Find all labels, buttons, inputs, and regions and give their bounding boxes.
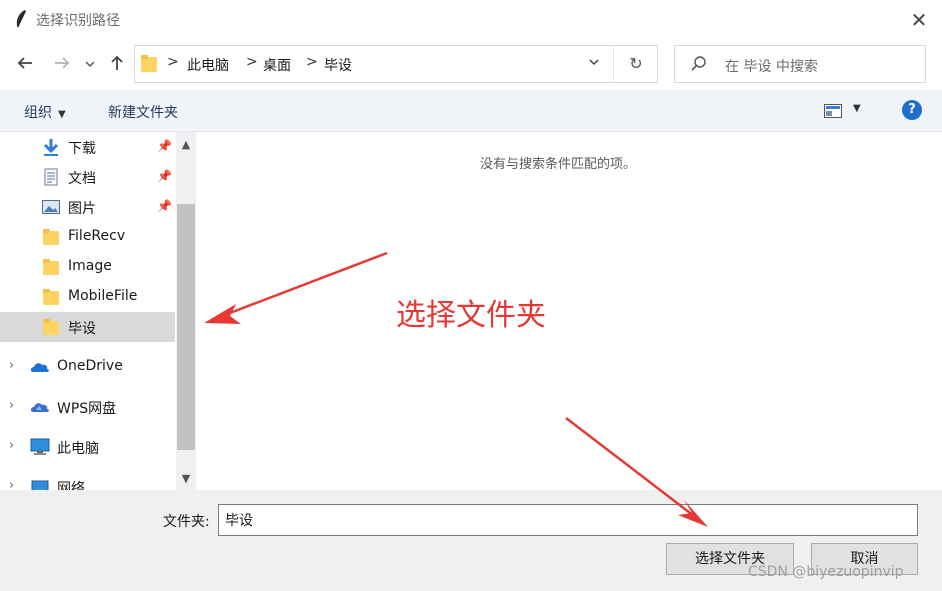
feather-icon (16, 10, 26, 28)
chevron-right-icon[interactable]: › (9, 438, 14, 453)
sidebar-item-label: 文档 (68, 171, 96, 187)
scroll-down-icon[interactable]: ▼ (176, 470, 196, 488)
sidebar-item-label: FileRecv (68, 228, 126, 244)
address-dropdown-button[interactable] (584, 53, 604, 75)
sidebar-item-label: OneDrive (57, 358, 123, 374)
up-button[interactable] (106, 54, 128, 76)
recent-locations-button[interactable] (82, 54, 98, 76)
annotation-label: 选择文件夹 (396, 298, 546, 333)
file-list-area[interactable]: 没有与搜索条件匹配的项。 (196, 132, 942, 490)
forward-button[interactable] (51, 54, 73, 76)
help-glyph: ? (908, 102, 916, 117)
search-box[interactable]: 在 毕设 中搜索 (674, 45, 926, 83)
navigation-pane: 下载 📌 文档 📌 图片 📌 FileRecv Image MobileFile… (0, 132, 196, 490)
breadcrumb-bishe[interactable]: 毕设 (324, 55, 352, 75)
sidebar-item-onedrive[interactable]: › OneDrive (0, 352, 175, 382)
breadcrumb-this-pc[interactable]: 此电脑 (187, 55, 229, 75)
sidebar-item-label: 下载 (68, 141, 96, 157)
folder-name-input[interactable] (218, 504, 918, 536)
pictures-icon (42, 200, 60, 214)
refresh-icon: ↻ (629, 54, 643, 73)
sidebar-item-filerecv[interactable]: FileRecv (0, 222, 175, 252)
sidebar-scrollbar[interactable]: ▲ ▼ (176, 132, 196, 490)
pin-icon[interactable]: 📌 (157, 199, 172, 213)
empty-message: 没有与搜索条件匹配的项。 (480, 157, 637, 172)
organize-menu[interactable]: 组织 ▼ (24, 102, 66, 122)
window-title: 选择识别路径 (36, 13, 120, 29)
sidebar-item-label: 网络 (57, 481, 85, 490)
sidebar-item-label: 毕设 (68, 321, 96, 337)
arrow-right-icon (55, 57, 70, 69)
chevron-right-icon[interactable]: › (9, 478, 14, 490)
folder-icon (141, 55, 157, 72)
document-icon (44, 168, 58, 186)
new-folder-label: 新建文件夹 (108, 105, 178, 121)
arrow-left-icon (17, 57, 32, 69)
chevron-right-icon[interactable]: › (9, 358, 14, 373)
sidebar-item-network[interactable]: › 网络 (0, 472, 175, 490)
refresh-button[interactable]: ↻ (625, 53, 647, 75)
folder-icon (43, 259, 59, 275)
sidebar-item-image[interactable]: Image (0, 252, 175, 282)
address-bar[interactable]: > 此电脑 > 桌面 > 毕设 ↻ (134, 45, 658, 83)
organize-label: 组织 (24, 105, 52, 121)
onedrive-icon (30, 363, 49, 372)
sidebar-item-label: MobileFile (68, 288, 138, 304)
sidebar-item-bishe[interactable]: 毕设 (0, 312, 175, 342)
view-options-icon[interactable] (824, 104, 842, 118)
view-dropdown-icon[interactable]: ▼ (853, 103, 861, 114)
breadcrumb-separator: > (246, 54, 258, 70)
download-icon (43, 139, 59, 156)
sidebar-item-label: WPS网盘 (57, 401, 117, 417)
computer-icon (30, 438, 50, 455)
sidebar-item-label: 图片 (68, 201, 96, 217)
title-bar: 选择识别路径 ✕ (0, 0, 942, 40)
chevron-down-icon (85, 61, 95, 68)
chevron-down-icon (589, 59, 599, 66)
command-bar: 组织 ▼ 新建文件夹 ▼ ? (0, 90, 942, 132)
sidebar-item-mobilefile[interactable]: MobileFile (0, 282, 175, 312)
pin-icon[interactable]: 📌 (157, 169, 172, 183)
sidebar-item-documents[interactable]: 文档 📌 (0, 162, 175, 192)
sidebar-item-this-pc[interactable]: › 此电脑 (0, 432, 175, 462)
breadcrumb-separator: > (306, 54, 318, 70)
caret-down-icon: ▼ (58, 109, 66, 120)
help-icon[interactable]: ? (902, 100, 922, 120)
sidebar-item-pictures[interactable]: 图片 📌 (0, 192, 175, 222)
close-icon: ✕ (910, 8, 928, 32)
folder-field-label: 文件夹: (163, 514, 210, 530)
close-button[interactable]: ✕ (905, 8, 933, 32)
new-folder-button[interactable]: 新建文件夹 (108, 102, 178, 122)
arrow-up-icon (111, 55, 123, 70)
search-placeholder: 在 毕设 中搜索 (725, 59, 818, 75)
scroll-up-icon[interactable]: ▲ (176, 136, 196, 154)
navigation-bar: > 此电脑 > 桌面 > 毕设 ↻ 在 毕设 中搜索 (0, 40, 942, 90)
folder-icon (43, 289, 59, 305)
watermark: CSDN @biyezuopinvip (748, 564, 904, 580)
sidebar-item-downloads[interactable]: 下载 📌 (0, 132, 175, 162)
back-button[interactable] (14, 54, 36, 76)
chevron-right-icon[interactable]: › (9, 398, 14, 413)
pin-icon[interactable]: 📌 (157, 139, 172, 153)
folder-icon (43, 229, 59, 245)
address-divider (613, 46, 614, 82)
search-icon (691, 56, 706, 71)
sidebar-item-label: 此电脑 (57, 441, 99, 457)
scrollbar-thumb[interactable] (177, 204, 195, 450)
breadcrumb-separator: > (167, 54, 179, 70)
sidebar-item-label: Image (68, 258, 112, 274)
sidebar-item-wps-cloud[interactable]: › WPS网盘 (0, 392, 175, 422)
network-icon (31, 480, 49, 490)
breadcrumb-desktop[interactable]: 桌面 (263, 55, 291, 75)
folder-icon (43, 319, 59, 335)
wps-cloud-icon (30, 403, 49, 412)
